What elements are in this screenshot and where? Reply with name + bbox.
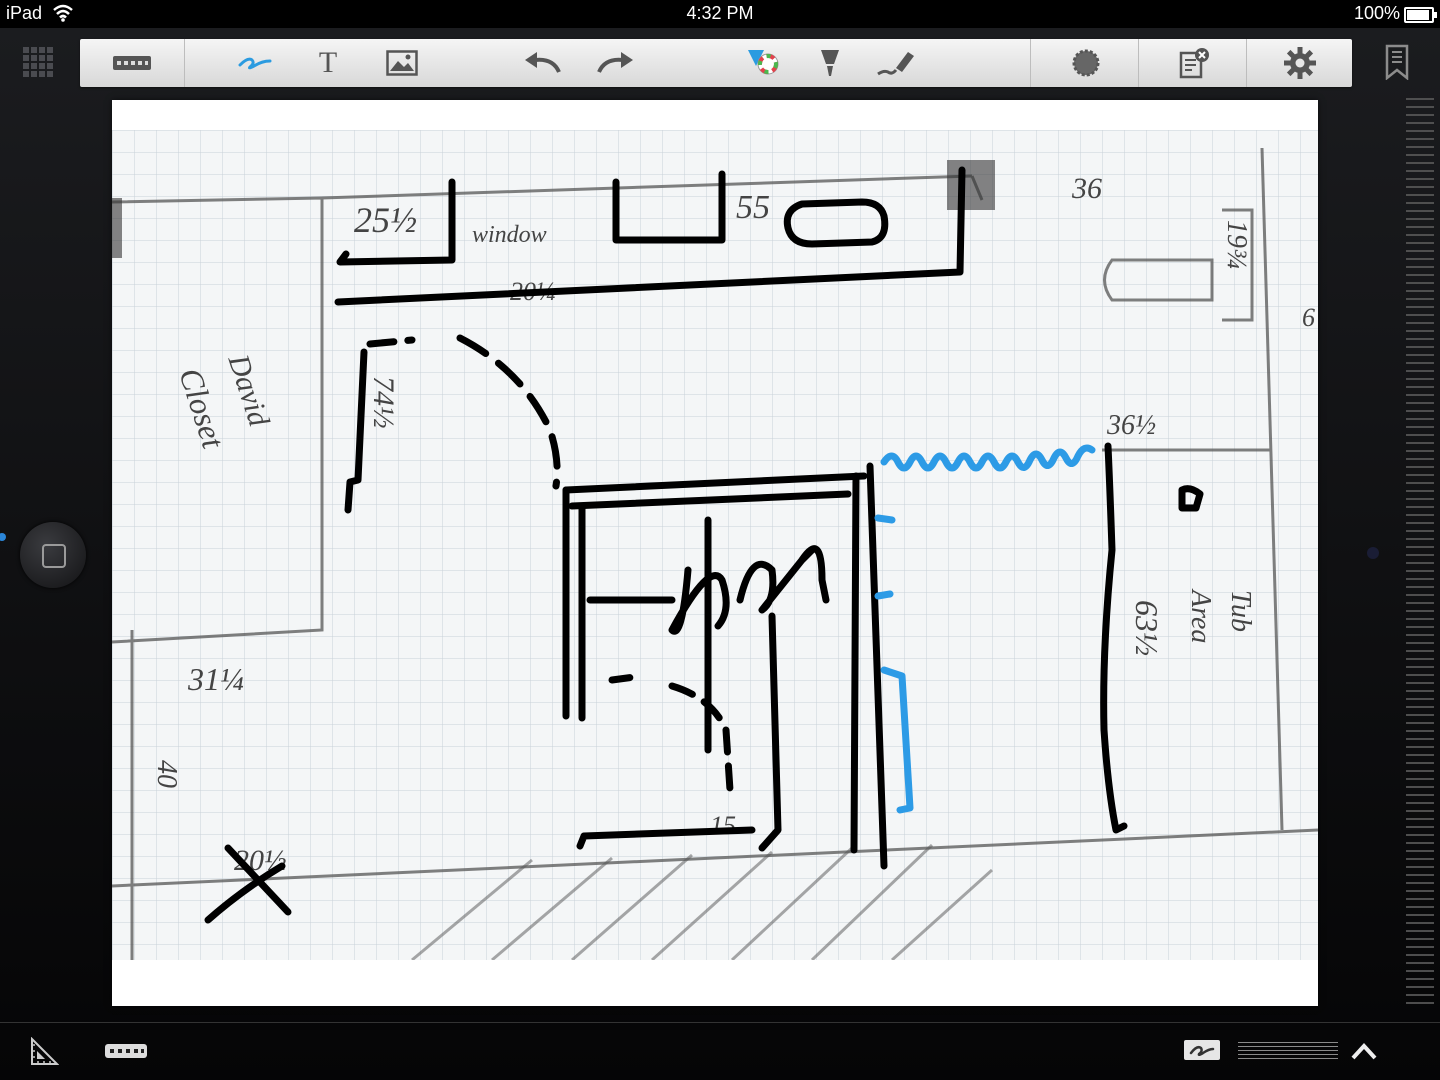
app-frame: T 25½ window 20¼ 55 36 19¾ David Closet …	[0, 28, 1440, 1080]
keyboard-small-icon	[105, 1044, 147, 1058]
highlighter-icon	[821, 50, 839, 76]
expand-up-icon	[1351, 1043, 1377, 1060]
label-36: 36	[1071, 172, 1102, 205]
keyboard-toggle-button[interactable]	[104, 1040, 148, 1062]
toolbar: T	[80, 39, 1352, 87]
text-tool-button[interactable]: T	[304, 43, 352, 83]
label-36-half: 36½	[1106, 410, 1156, 441]
clock: 4:32 PM	[686, 3, 754, 23]
selection-button[interactable]	[1062, 43, 1110, 83]
home-button[interactable]	[20, 522, 86, 588]
pen-button[interactable]	[232, 43, 280, 83]
pen-icon	[238, 57, 272, 70]
page-indicator-dot	[0, 533, 6, 541]
redo-icon	[597, 52, 633, 73]
pen-mode-button[interactable]	[1182, 1038, 1222, 1062]
highlighter-button[interactable]	[806, 43, 854, 83]
page-scroll-ruler[interactable]	[1406, 98, 1434, 1008]
label-area: Area	[1185, 588, 1216, 643]
color-picker-button[interactable]	[740, 43, 788, 83]
eraser-icon	[877, 52, 914, 76]
grid-icon[interactable]	[22, 46, 54, 78]
gear-icon	[1284, 47, 1316, 79]
text-tool-icon: T	[318, 46, 338, 79]
battery-percent: 100%	[1353, 3, 1400, 23]
bookmark-icon[interactable]	[1384, 44, 1410, 80]
redo-button[interactable]	[592, 43, 640, 83]
label-31-quarter: 31¼	[187, 661, 244, 697]
label-tub: Tub	[1225, 590, 1256, 632]
clear-page-icon	[1179, 48, 1209, 79]
label-15: 15	[710, 811, 736, 840]
page-lines-indicator	[1238, 1042, 1338, 1062]
label-40: 40	[151, 760, 182, 788]
battery-icon	[1404, 7, 1437, 23]
image-icon	[386, 50, 418, 76]
eraser-button[interactable]	[872, 43, 920, 83]
dotted-circle-icon	[1072, 49, 1100, 77]
undo-button[interactable]	[518, 43, 566, 83]
home-square-icon	[42, 544, 66, 568]
drawing-canvas[interactable]: 25½ window 20¼ 55 36 19¾ David Closet 74…	[112, 100, 1318, 1006]
camera-dot	[1367, 547, 1379, 559]
status-bar: iPad 4:32 PM 100%	[0, 0, 1440, 28]
label-6: 6	[1302, 303, 1315, 332]
label-74-half: 74½	[367, 376, 400, 429]
label-19-3-4: 19¾	[1221, 220, 1252, 269]
label-55: 55	[736, 189, 770, 226]
undo-icon	[525, 52, 561, 73]
bottom-bar	[0, 1022, 1440, 1080]
color-picker-icon	[748, 50, 779, 75]
clear-page-button[interactable]	[1170, 43, 1218, 83]
ruler-triangle-icon	[31, 1037, 59, 1065]
keyboard-icon	[113, 56, 151, 70]
label-window: window	[472, 222, 547, 248]
floor-plan-sketch[interactable]: 25½ window 20¼ 55 36 19¾ David Closet 74…	[112, 130, 1318, 960]
image-button[interactable]	[378, 43, 426, 83]
ruler-button[interactable]	[28, 1036, 60, 1068]
keyboard-button[interactable]	[108, 43, 156, 83]
label-63-half: 63½	[1129, 600, 1165, 656]
expand-button[interactable]	[1348, 1038, 1380, 1064]
label-25-half: 25½	[354, 200, 417, 240]
pen-mode-icon	[1184, 1040, 1220, 1060]
settings-button[interactable]	[1276, 43, 1324, 83]
